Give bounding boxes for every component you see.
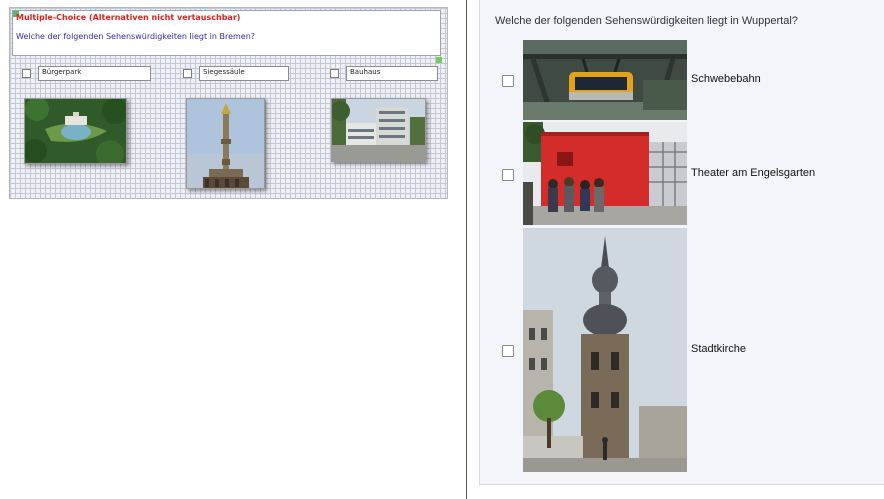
question-type-label: Multiple-Choice (Alternativen nicht vert… <box>16 13 241 22</box>
option-row-1: Schwebebahn <box>480 40 884 120</box>
option-row-3: Stadtkirche <box>480 228 884 472</box>
option-label: Stadtkirche <box>691 343 747 355</box>
alternative-checkbox[interactable] <box>183 69 192 78</box>
church-tower-photo-icon <box>523 228 687 472</box>
question-text[interactable]: Welche der folgenden Sehenswürdigkeiten … <box>16 32 255 41</box>
question-editor-canvas[interactable]: Multiple-Choice (Alternativen nicht vert… <box>9 7 448 199</box>
column-photo-icon[interactable] <box>186 98 265 189</box>
suspension-railway-photo-icon <box>523 40 687 120</box>
alternative-label-field[interactable]: Bauhaus <box>346 66 438 81</box>
alternative-checkbox[interactable] <box>22 69 31 78</box>
box-resize-handle-bottom-right[interactable] <box>436 57 442 63</box>
option-checkbox[interactable] <box>502 345 514 357</box>
option-label: Schwebebahn <box>691 73 761 85</box>
red-theater-building-photo-icon <box>523 122 687 225</box>
question-preview: Welche der folgenden Sehenswürdigkeiten … <box>479 0 884 485</box>
pane-divider[interactable] <box>466 0 467 499</box>
option-checkbox[interactable] <box>502 75 514 87</box>
preview-question-text: Welche der folgenden Sehenswürdigkeiten … <box>495 15 798 27</box>
option-row-2: Theater am Engelsgarten <box>480 122 884 225</box>
option-checkbox[interactable] <box>502 169 514 181</box>
alternative-label-field[interactable]: Bürgerpark <box>38 66 151 81</box>
alternative-checkbox[interactable] <box>330 69 339 78</box>
alternative-label-field[interactable]: Siegessäule <box>199 66 289 81</box>
question-text-box[interactable]: Multiple-Choice (Alternativen nicht vert… <box>12 10 442 63</box>
park-photo-icon[interactable] <box>24 98 127 164</box>
building-photo-icon[interactable] <box>331 98 426 162</box>
option-label: Theater am Engelsgarten <box>691 167 816 179</box>
